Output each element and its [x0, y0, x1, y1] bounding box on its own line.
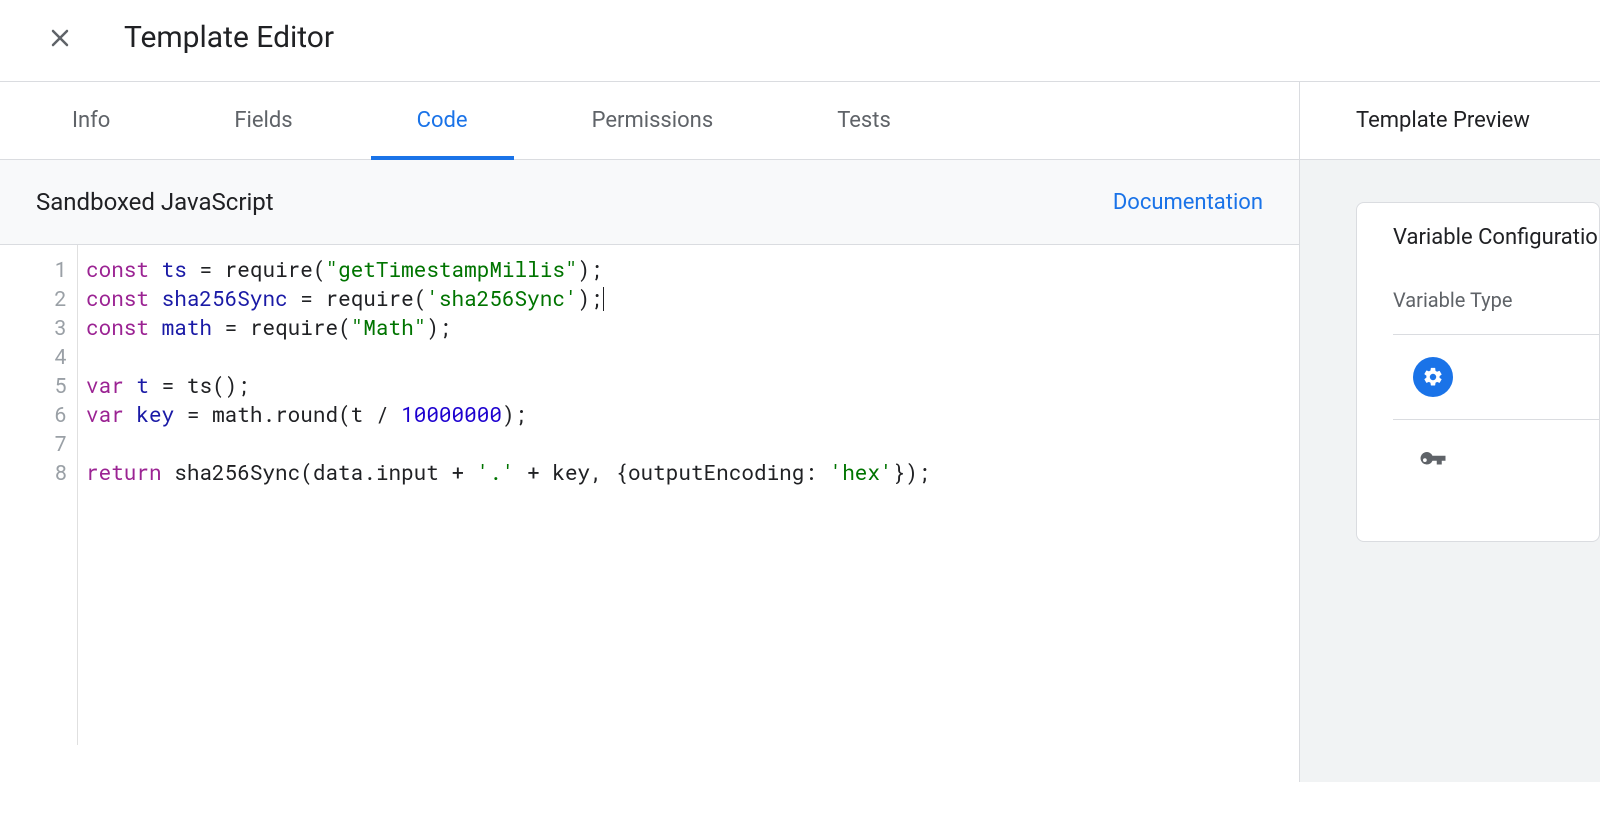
tab-permissions[interactable]: Permissions [592, 82, 714, 159]
line-number: 6 [0, 400, 67, 429]
code-line[interactable]: const ts = require("getTimestampMillis")… [86, 255, 930, 284]
code-content[interactable]: const ts = require("getTimestampMillis")… [78, 245, 930, 745]
page-title: Template Editor [124, 20, 334, 55]
line-number: 5 [0, 371, 67, 400]
section-title: Sandboxed JavaScript [36, 188, 274, 216]
tab-code[interactable]: Code [417, 82, 468, 159]
line-number: 1 [0, 255, 67, 284]
key-icon [1418, 447, 1448, 477]
code-line[interactable] [86, 429, 930, 458]
section-bar: Sandboxed JavaScript Documentation [0, 160, 1299, 245]
line-number: 7 [0, 429, 67, 458]
variable-type-row[interactable] [1393, 334, 1599, 419]
text-cursor [603, 287, 604, 311]
line-number: 8 [0, 458, 67, 487]
tab-tests[interactable]: Tests [837, 82, 891, 159]
variable-type-label: Variable Type [1393, 288, 1599, 312]
tab-fields[interactable]: Fields [234, 82, 292, 159]
gear-icon [1422, 366, 1444, 388]
close-button[interactable] [48, 26, 72, 50]
right-panel: Template Preview Variable Configuration … [1300, 82, 1600, 782]
code-line[interactable]: const math = require("Math"); [86, 313, 930, 342]
left-panel: Info Fields Code Permissions Tests Sandb… [0, 82, 1300, 782]
close-icon [48, 24, 72, 52]
preview-body: Variable Configuration Variable Type [1300, 160, 1600, 782]
gear-badge [1413, 357, 1453, 397]
preview-heading: Template Preview [1300, 82, 1600, 160]
tabs: Info Fields Code Permissions Tests [0, 82, 1299, 160]
code-line[interactable]: const sha256Sync = require('sha256Sync')… [86, 284, 930, 313]
code-line[interactable]: var key = math.round(t / 10000000); [86, 400, 930, 429]
header: Template Editor [0, 0, 1600, 82]
line-gutter: 12345678 [0, 245, 78, 745]
tab-info[interactable]: Info [72, 82, 110, 159]
card-title: Variable Configuration [1393, 225, 1599, 250]
documentation-link[interactable]: Documentation [1113, 190, 1263, 215]
credential-row[interactable] [1393, 419, 1599, 504]
code-line[interactable]: var t = ts(); [86, 371, 930, 400]
line-number: 2 [0, 284, 67, 313]
code-editor[interactable]: 12345678 const ts = require("getTimestam… [0, 245, 1299, 745]
key-icon-wrap [1413, 442, 1453, 482]
code-line[interactable] [86, 342, 930, 371]
line-number: 3 [0, 313, 67, 342]
code-line[interactable]: return sha256Sync(data.input + '.' + key… [86, 458, 930, 487]
line-number: 4 [0, 342, 67, 371]
config-card: Variable Configuration Variable Type [1356, 202, 1600, 542]
